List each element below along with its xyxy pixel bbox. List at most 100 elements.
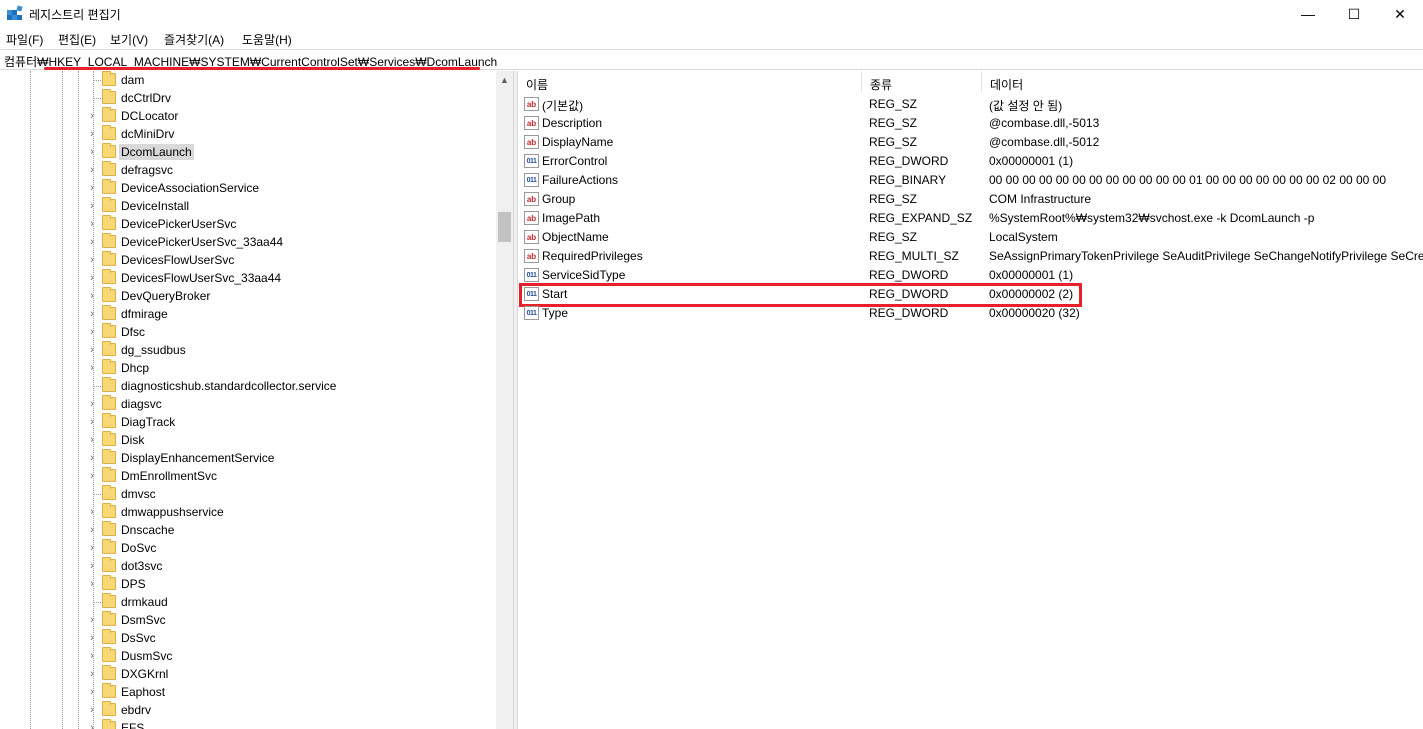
tree-item-label[interactable]: dot3svc <box>119 558 164 574</box>
tree-item-label[interactable]: diagnosticshub.standardcollector.service <box>119 378 338 394</box>
tree-scrollbar[interactable]: ▲ <box>496 71 513 729</box>
tree-item[interactable]: › dot3svc <box>0 557 496 575</box>
value-row[interactable]: 011 Start REG_DWORD 0x00000002 (2) <box>518 285 1423 304</box>
tree-item[interactable]: › dg_ssudbus <box>0 341 496 359</box>
chevron-right-icon[interactable]: › <box>86 344 98 356</box>
scroll-up-arrow-icon[interactable]: ▲ <box>496 71 513 88</box>
tree-item[interactable]: dcCtrlDrv <box>0 89 496 107</box>
tree-item-label[interactable]: dmwappushservice <box>119 504 226 520</box>
chevron-right-icon[interactable]: › <box>86 362 98 374</box>
tree-item-label[interactable]: Dnscache <box>119 522 176 538</box>
tree-item-label[interactable]: dam <box>119 72 146 88</box>
value-row[interactable]: 011 ServiceSidType REG_DWORD 0x00000001 (1) <box>518 266 1423 285</box>
chevron-right-icon[interactable]: › <box>86 218 98 230</box>
tree-item-label[interactable]: dfmirage <box>119 306 170 322</box>
tree-item[interactable]: › DevicesFlowUserSvc <box>0 251 496 269</box>
tree-item-label[interactable]: dcCtrlDrv <box>119 90 173 106</box>
chevron-right-icon[interactable]: › <box>86 416 98 428</box>
tree-item-label[interactable]: DCLocator <box>119 108 180 124</box>
tree-item-label[interactable]: Disk <box>119 432 146 448</box>
tree-item[interactable]: › DevicePickerUserSvc <box>0 215 496 233</box>
value-row[interactable]: ab ObjectName REG_SZ LocalSystem <box>518 228 1423 247</box>
chevron-right-icon[interactable]: › <box>86 110 98 122</box>
chevron-right-icon[interactable]: › <box>86 326 98 338</box>
chevron-right-icon[interactable]: › <box>86 560 98 572</box>
chevron-right-icon[interactable]: › <box>86 452 98 464</box>
tree-item[interactable]: › Eaphost <box>0 683 496 701</box>
tree-item-label[interactable]: DevicePickerUserSvc <box>119 216 238 232</box>
value-row[interactable]: ab DisplayName REG_SZ @combase.dll,-5012 <box>518 133 1423 152</box>
tree-item[interactable]: › DCLocator <box>0 107 496 125</box>
chevron-right-icon[interactable]: › <box>86 272 98 284</box>
tree-item[interactable]: › dcMiniDrv <box>0 125 496 143</box>
tree-item[interactable]: › DeviceInstall <box>0 197 496 215</box>
tree-item[interactable]: diagnosticshub.standardcollector.service <box>0 377 496 395</box>
chevron-right-icon[interactable]: › <box>86 236 98 248</box>
tree-item[interactable]: › dmwappushservice <box>0 503 496 521</box>
value-row[interactable]: ab ImagePath REG_EXPAND_SZ %SystemRoot%₩sys… <box>518 209 1423 228</box>
chevron-right-icon[interactable]: › <box>86 632 98 644</box>
tree-item[interactable]: › DsmSvc <box>0 611 496 629</box>
maximize-button[interactable]: ☐ <box>1331 0 1377 28</box>
tree-item-label[interactable]: DisplayEnhancementService <box>119 450 276 466</box>
tree-item-label[interactable]: DmEnrollmentSvc <box>119 468 219 484</box>
chevron-right-icon[interactable]: › <box>86 524 98 536</box>
tree-item[interactable]: › DevicePickerUserSvc_33aa44 <box>0 233 496 251</box>
chevron-right-icon[interactable]: › <box>86 164 98 176</box>
tree-item[interactable]: › diagsvc <box>0 395 496 413</box>
tree-item[interactable]: › DisplayEnhancementService <box>0 449 496 467</box>
menu-edit[interactable]: 편집(E) <box>58 31 96 48</box>
tree-item[interactable]: › Dhcp <box>0 359 496 377</box>
tree-item-label[interactable]: DevQueryBroker <box>119 288 212 304</box>
tree-item[interactable]: › dfmirage <box>0 305 496 323</box>
tree-item[interactable]: › DiagTrack <box>0 413 496 431</box>
tree-item-label[interactable]: defragsvc <box>119 162 175 178</box>
value-row[interactable]: ab Group REG_SZ COM Infrastructure <box>518 190 1423 209</box>
tree-item-label[interactable]: drmkaud <box>119 594 170 610</box>
tree-item-label[interactable]: Dhcp <box>119 360 151 376</box>
tree-item[interactable]: dam <box>0 71 496 89</box>
key-tree-pane[interactable]: dam dcCtrlDrv › DCLocator › dcMiniDrv › DcomLau… <box>0 71 513 729</box>
tree-item[interactable]: › DsSvc <box>0 629 496 647</box>
tree-item-label[interactable]: DXGKrnl <box>119 666 170 682</box>
value-row[interactable]: ab RequiredPrivileges REG_MULTI_SZ SeAssign… <box>518 247 1423 266</box>
tree-item-label[interactable]: ebdrv <box>119 702 153 718</box>
tree-item-label[interactable]: DeviceInstall <box>119 198 191 214</box>
tree-item[interactable]: drmkaud <box>0 593 496 611</box>
tree-item-label[interactable]: dcMiniDrv <box>119 126 176 142</box>
chevron-right-icon[interactable]: › <box>86 722 98 729</box>
tree-item-label[interactable]: DiagTrack <box>119 414 177 430</box>
column-header-name[interactable]: 이름 <box>518 71 862 93</box>
tree-item[interactable]: › DevQueryBroker <box>0 287 496 305</box>
tree-item[interactable]: › Dnscache <box>0 521 496 539</box>
chevron-right-icon[interactable]: › <box>86 308 98 320</box>
value-row[interactable]: ab (기본값) REG_SZ (값 설정 안 됨) <box>518 95 1423 114</box>
tree-item[interactable]: › DPS <box>0 575 496 593</box>
column-header-data[interactable]: 데이터 <box>982 71 1423 93</box>
tree-item-label[interactable]: DoSvc <box>119 540 158 556</box>
chevron-right-icon[interactable]: › <box>86 614 98 626</box>
tree-item[interactable]: › DoSvc <box>0 539 496 557</box>
tree-item-label[interactable]: DevicesFlowUserSvc_33aa44 <box>119 270 283 286</box>
value-row[interactable]: 011 FailureActions REG_BINARY 00 00 00 00 0… <box>518 171 1423 190</box>
tree-item[interactable]: › Dfsc <box>0 323 496 341</box>
close-button[interactable]: ✕ <box>1377 0 1423 28</box>
tree-item-label[interactable]: DusmSvc <box>119 648 174 664</box>
tree-item[interactable]: › DusmSvc <box>0 647 496 665</box>
menu-help[interactable]: 도움말(H) <box>242 31 292 48</box>
menu-view[interactable]: 보기(V) <box>110 31 148 48</box>
scrollbar-thumb[interactable] <box>498 212 511 242</box>
chevron-right-icon[interactable]: › <box>86 578 98 590</box>
tree-item-label[interactable]: Dfsc <box>119 324 147 340</box>
tree-item[interactable]: › DcomLaunch <box>0 143 496 161</box>
tree-item[interactable]: › defragsvc <box>0 161 496 179</box>
chevron-right-icon[interactable]: › <box>86 146 98 158</box>
tree-item-label[interactable]: dg_ssudbus <box>119 342 188 358</box>
chevron-right-icon[interactable]: › <box>86 128 98 140</box>
chevron-right-icon[interactable]: › <box>86 200 98 212</box>
tree-item-label[interactable]: DsSvc <box>119 630 158 646</box>
chevron-right-icon[interactable]: › <box>86 704 98 716</box>
chevron-right-icon[interactable]: › <box>86 506 98 518</box>
menu-favorites[interactable]: 즐겨찾기(A) <box>164 31 224 48</box>
chevron-right-icon[interactable]: › <box>86 398 98 410</box>
